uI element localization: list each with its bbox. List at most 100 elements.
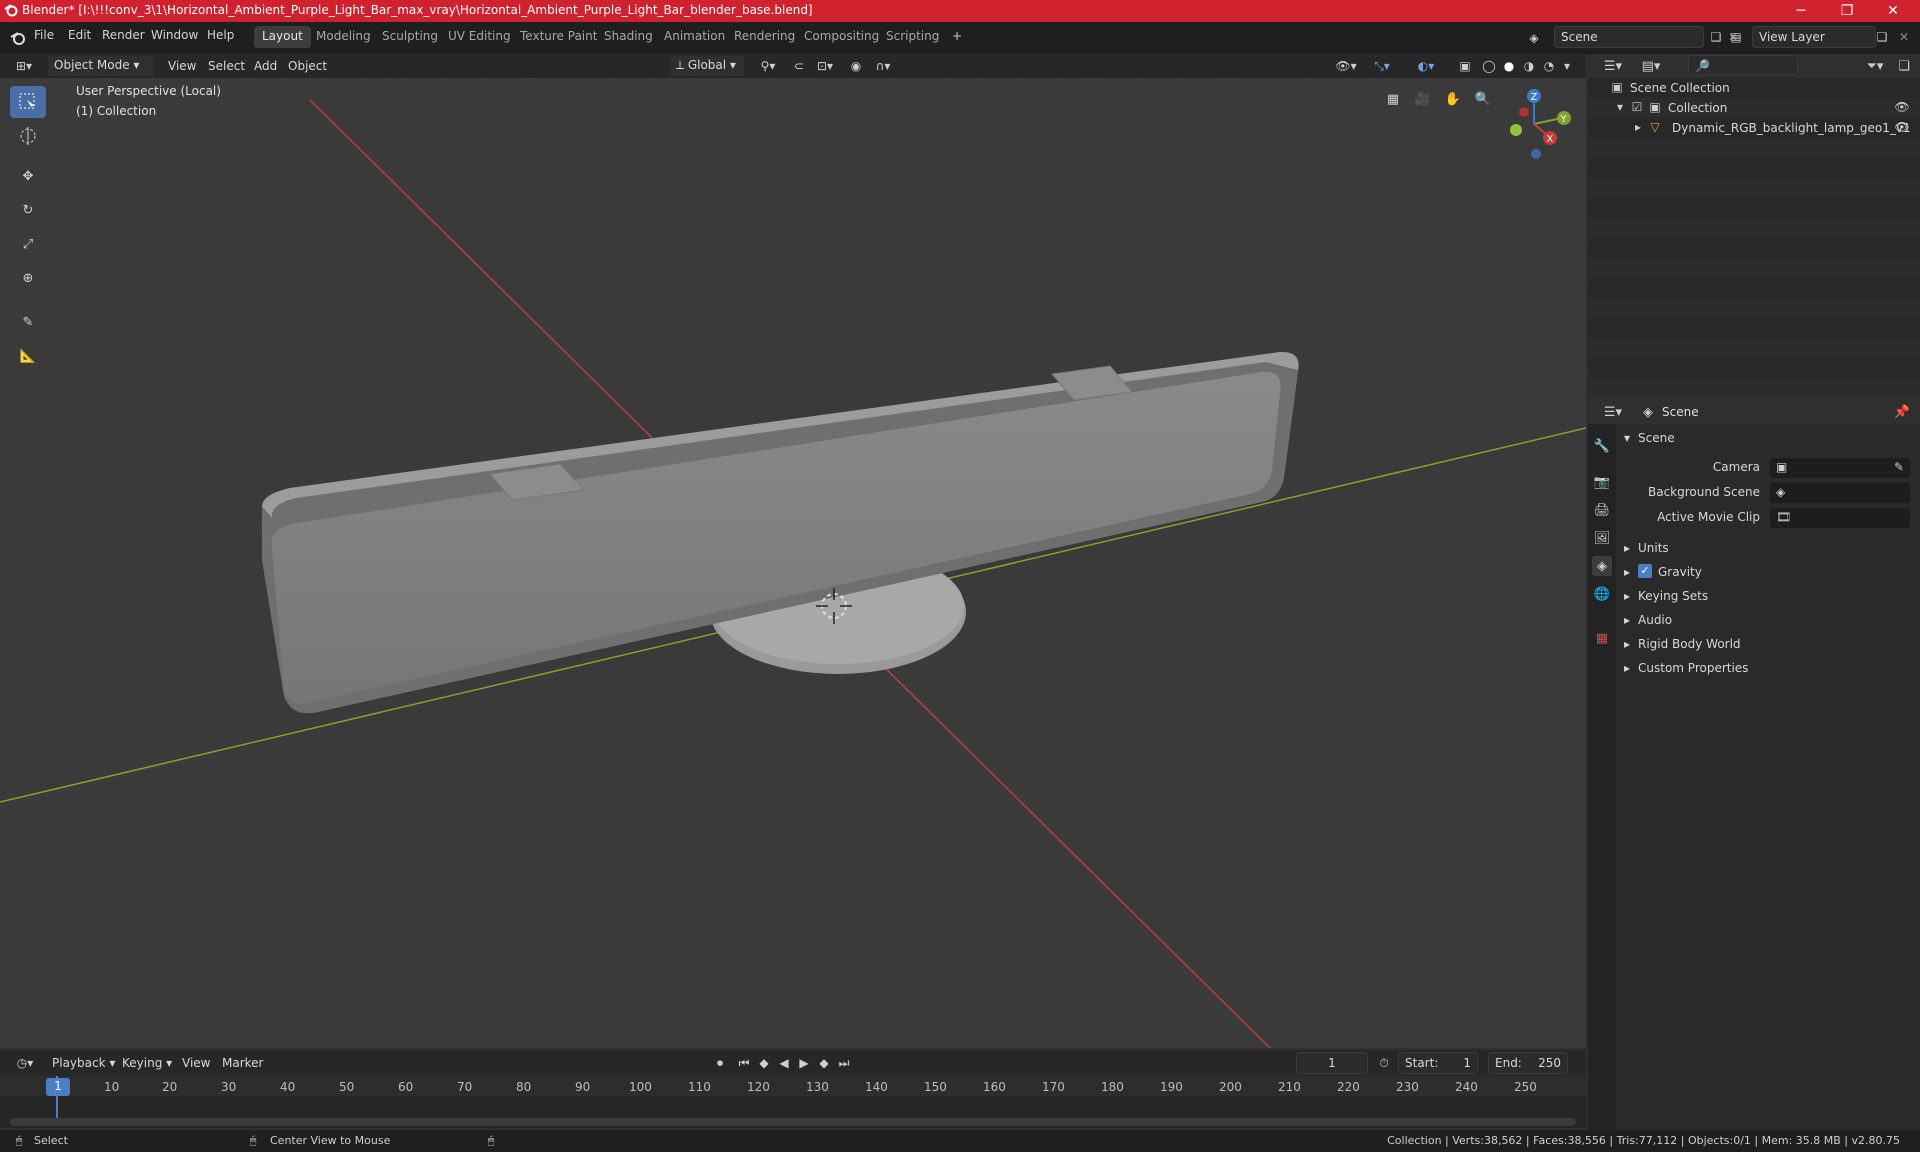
expand-object-icon[interactable]: ▸ (1632, 120, 1644, 134)
tab-animation[interactable]: Animation (656, 26, 733, 48)
shading-options-icon[interactable]: ▾ (1560, 58, 1574, 74)
tab-rendering[interactable]: Rendering (726, 26, 803, 48)
menu-render[interactable]: Render (102, 28, 145, 42)
new-view-layer-icon[interactable]: ❏ (1874, 28, 1890, 46)
active-movie-clip-field[interactable]: 🎞 (1770, 508, 1910, 528)
outliner-search-input[interactable]: 🔎 (1688, 55, 1798, 75)
timeline-scrollbar[interactable] (10, 1118, 1576, 1126)
jump-end-icon[interactable]: ⏭ (836, 1055, 852, 1071)
scene-field[interactable]: Scene (1554, 26, 1704, 48)
close-button[interactable]: ✕ (1870, 0, 1916, 22)
world-tab-icon[interactable]: 🌐 (1592, 584, 1612, 604)
play-reverse-icon[interactable]: ◀ (776, 1055, 792, 1071)
next-keyframe-icon[interactable]: ◆ (816, 1055, 832, 1071)
snap-target-icon[interactable]: ⊡▾ (810, 58, 840, 74)
tab-scripting[interactable]: Scripting (878, 26, 947, 48)
object-mode-dropdown[interactable]: Object Mode ▾ (48, 56, 154, 76)
tab-texture-paint[interactable]: Texture Paint (512, 26, 605, 48)
snap-icon[interactable]: ⊂ (790, 58, 808, 74)
annotate-tool[interactable]: ✎ (10, 306, 46, 338)
current-frame-field[interactable]: 1 (1296, 1052, 1368, 1074)
visibility-icon[interactable]: 👁▾ (1332, 58, 1360, 74)
rotate-tool[interactable]: ↻ (10, 194, 46, 226)
scene-tab-icon[interactable]: ◈ (1592, 556, 1612, 576)
measure-tool[interactable]: 📐 (10, 340, 46, 372)
keying-menu[interactable]: Keying ▾ (122, 1056, 172, 1070)
gravity-checkbox[interactable]: ✓ (1638, 564, 1652, 578)
record-icon[interactable]: ⏺ (712, 1055, 728, 1071)
outliner-editor-type-icon[interactable]: ☰▾ (1600, 58, 1626, 74)
menu-edit[interactable]: Edit (68, 28, 91, 42)
menu-window[interactable]: Window (151, 28, 198, 42)
add-workspace-button[interactable]: + (944, 26, 970, 48)
menu-view[interactable]: View (168, 59, 196, 73)
rendered-shading-icon[interactable]: ◔ (1540, 58, 1558, 74)
overlays-icon[interactable]: ◐▾ (1412, 58, 1440, 74)
keying-sets-section[interactable]: ▸ Keying Sets (1620, 584, 1918, 608)
start-frame-field[interactable]: Start: 1 (1398, 1052, 1478, 1074)
tool-tab-icon[interactable]: 🔧 (1592, 436, 1612, 456)
wireframe-shading-icon[interactable]: ◯ (1480, 58, 1498, 74)
eyedropper-icon[interactable]: ✎ (1894, 460, 1904, 474)
material-shading-icon[interactable]: ◑ (1520, 58, 1538, 74)
tab-uv-editing[interactable]: UV Editing (440, 26, 519, 48)
proportional-edit-icon[interactable]: ◉ (848, 58, 864, 74)
cursor-tool[interactable] (10, 120, 46, 152)
texture-tab-icon[interactable]: ▦ (1592, 628, 1612, 648)
navigation-gizmo[interactable]: Z Y X (1490, 78, 1580, 168)
solid-shading-icon[interactable]: ● (1500, 58, 1518, 74)
falloff-icon[interactable]: ∩▾ (868, 58, 898, 74)
object-visibility-icon[interactable]: 👁 (1894, 120, 1910, 134)
menu-object[interactable]: Object (288, 59, 327, 73)
editor-type-icon[interactable]: ⊞▾ (12, 58, 36, 74)
tab-sculpting[interactable]: Sculpting (374, 26, 446, 48)
minimize-button[interactable]: ─ (1778, 0, 1824, 22)
collection-checkbox-icon[interactable]: ☑ (1630, 100, 1644, 114)
blender-menu-icon[interactable] (10, 30, 26, 46)
move-tool[interactable]: ✥ (10, 160, 46, 192)
playback-menu[interactable]: Playback ▾ (52, 1056, 115, 1070)
delete-view-layer-icon[interactable]: ✕ (1896, 28, 1912, 46)
menu-select[interactable]: Select (208, 59, 245, 73)
menu-add[interactable]: Add (254, 59, 277, 73)
filter-icon[interactable]: ⏷▾ (1862, 58, 1888, 74)
playhead-frame[interactable]: 1 (46, 1078, 70, 1096)
pan-view-icon[interactable]: ✋ (1440, 86, 1466, 112)
new-collection-icon[interactable]: ❏ (1896, 58, 1912, 74)
end-frame-field[interactable]: End: 250 (1488, 1052, 1568, 1074)
transform-orientation-dropdown[interactable]: ⟂ Global ▾ (670, 56, 744, 76)
collection-visibility-icon[interactable]: 👁 (1894, 100, 1910, 114)
select-box-tool[interactable] (10, 86, 46, 118)
use-preview-range-icon[interactable]: ⏱ (1376, 1055, 1392, 1071)
tab-layout[interactable]: Layout (254, 26, 311, 48)
units-section[interactable]: ▸ Units (1620, 536, 1918, 560)
prev-keyframe-icon[interactable]: ◆ (756, 1055, 772, 1071)
tab-modeling[interactable]: Modeling (308, 26, 379, 48)
render-tab-icon[interactable]: 📷 (1592, 472, 1612, 492)
view-layer-icon[interactable]: ▤ (1728, 28, 1744, 46)
gizmo-icon[interactable]: ⤡▾ (1368, 58, 1396, 74)
toggle-grid-icon[interactable]: ▦ (1380, 86, 1406, 112)
view-layer-field[interactable]: View Layer (1752, 26, 1876, 48)
menu-help[interactable]: Help (207, 28, 234, 42)
pivot-point-icon[interactable]: ⚲▾ (756, 58, 780, 74)
3d-viewport[interactable]: User Perspective (Local) (1) Collection … (0, 78, 1586, 1048)
camera-field[interactable]: ▣ ✎ (1770, 458, 1910, 478)
tab-shading[interactable]: Shading (596, 26, 661, 48)
new-scene-icon[interactable]: ❏ (1708, 28, 1724, 46)
audio-section[interactable]: ▸ Audio (1620, 608, 1918, 632)
marker-menu[interactable]: Marker (222, 1056, 263, 1070)
maximize-button[interactable]: ❐ (1824, 0, 1870, 22)
outliner-row-object[interactable]: ▸ ▽ Dynamic_RGB_backlight_lamp_geo1_v1 👁 (1588, 118, 1920, 138)
gravity-section[interactable]: ▸ ✓ Gravity (1620, 560, 1918, 584)
rigid-body-world-section[interactable]: ▸ Rigid Body World (1620, 632, 1918, 656)
scene-selector-icon[interactable]: ◈ (1526, 30, 1542, 46)
background-scene-field[interactable]: ◈ (1770, 483, 1910, 503)
properties-editor-type-icon[interactable]: ☰▾ (1600, 404, 1626, 420)
timeline-editor-type-icon[interactable]: ◷▾ (12, 1055, 38, 1071)
expand-collection-icon[interactable]: ▾ (1614, 100, 1626, 114)
custom-properties-section[interactable]: ▸ Custom Properties (1620, 656, 1918, 680)
tab-compositing[interactable]: Compositing (796, 26, 887, 48)
menu-file[interactable]: File (34, 28, 54, 42)
outliner-row-collection[interactable]: ▾ ☑ ▣ Collection 👁 (1588, 98, 1920, 118)
